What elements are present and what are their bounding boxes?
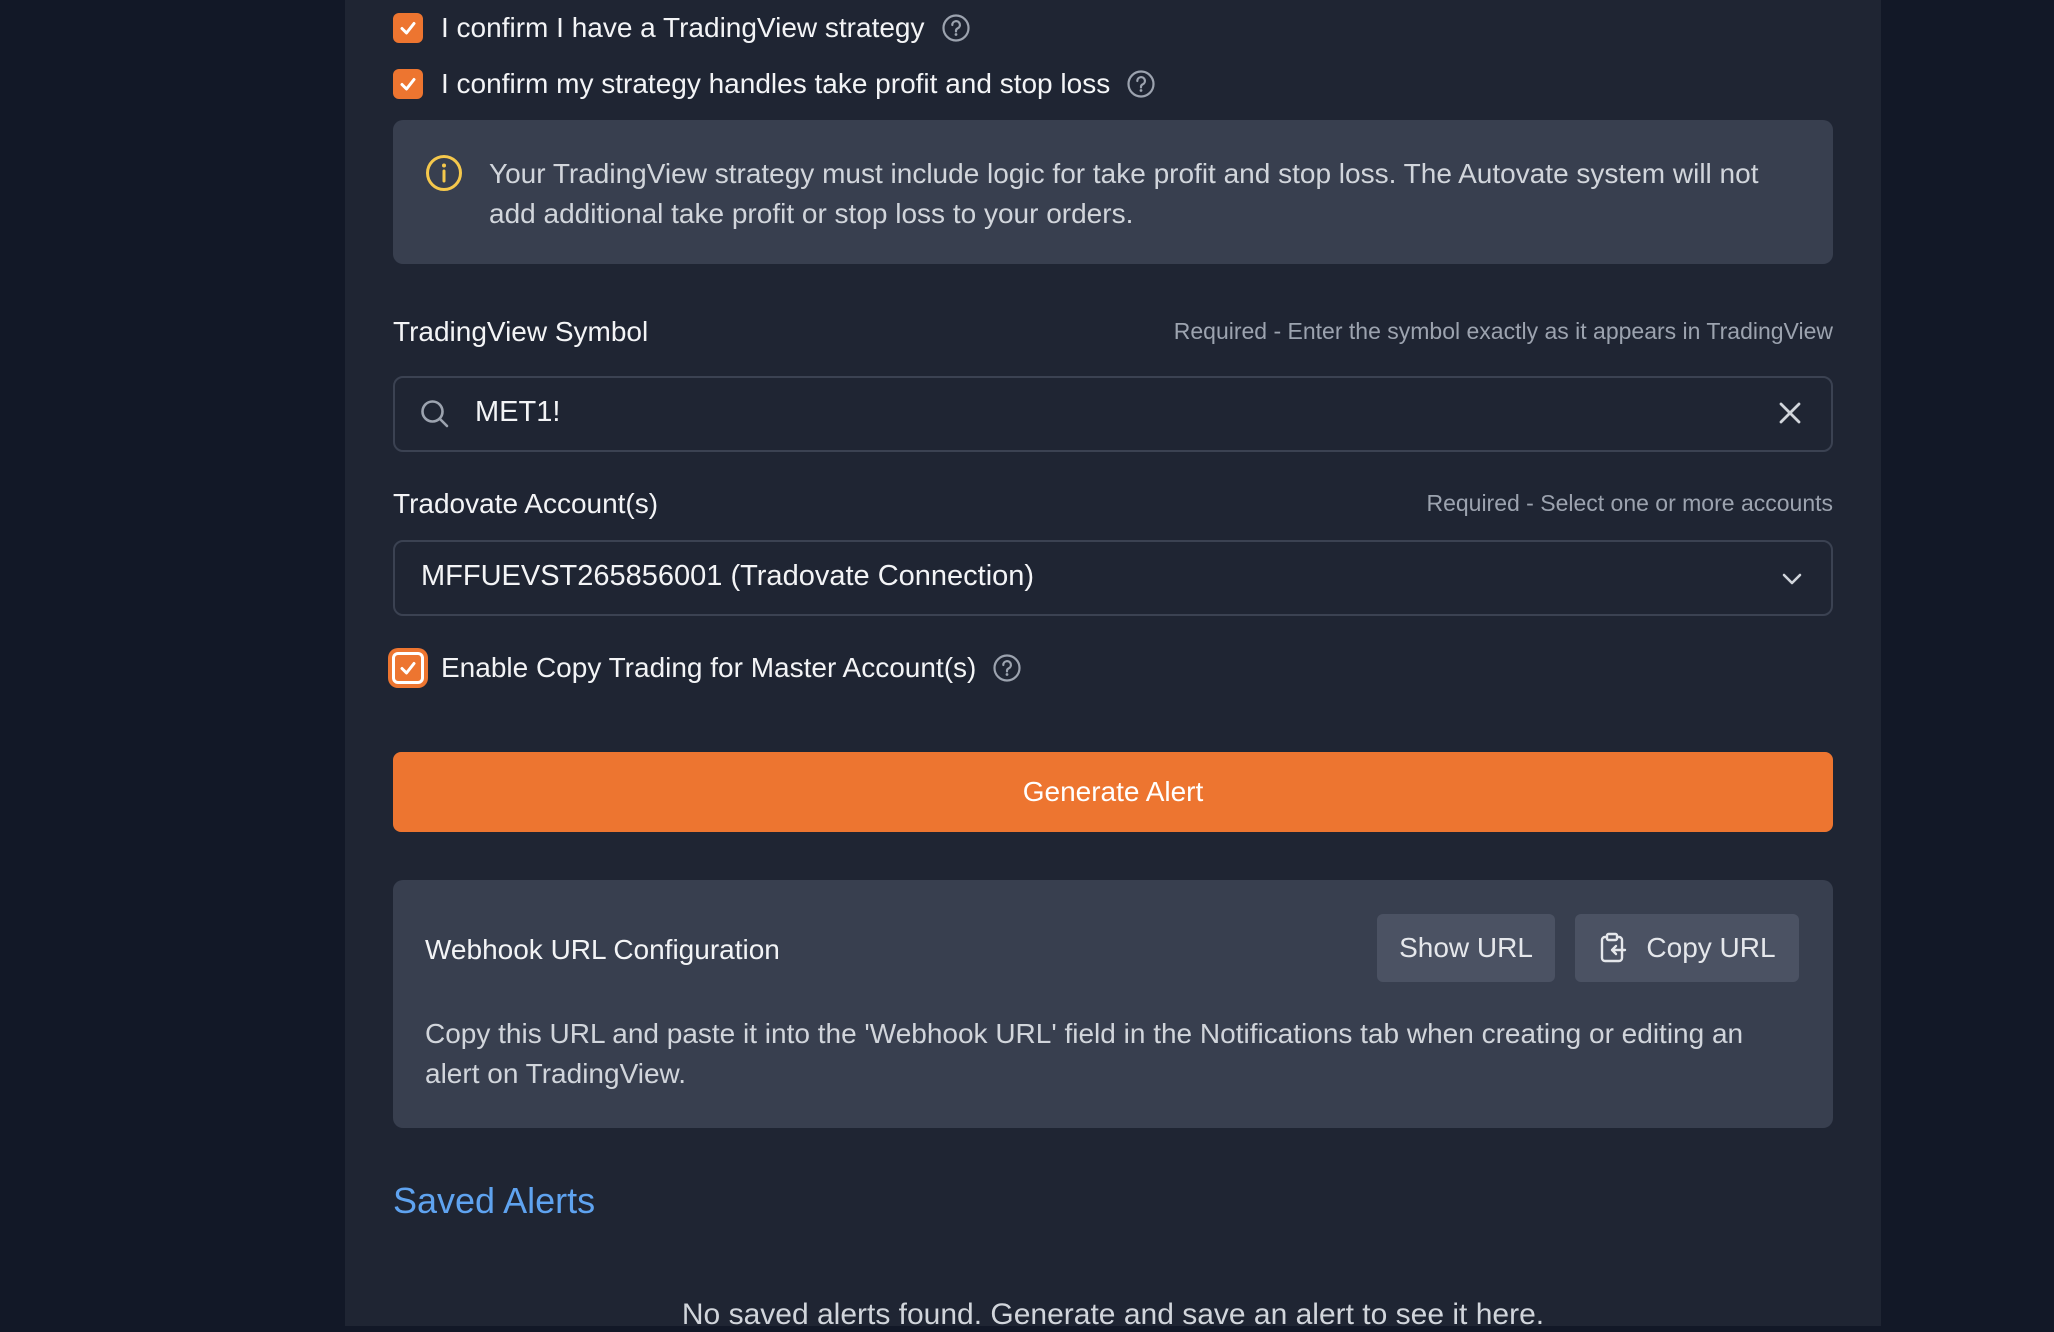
strategy-confirm-label: I confirm I have a TradingView strategy: [441, 12, 925, 43]
clipboard-icon: [1598, 932, 1628, 964]
copy-trading-checkbox[interactable]: [388, 648, 428, 688]
symbol-hint: Required - Enter the symbol exactly as i…: [1173, 318, 1833, 344]
webhook-description: Copy this URL and paste it into the 'Web…: [425, 1018, 1744, 1089]
main-panel: I confirm I have a TradingView strategy …: [345, 0, 1881, 1331]
copy-trading-label: Enable Copy Trading for Master Account(s…: [441, 652, 977, 683]
info-icon: [425, 154, 463, 197]
symbol-search-input[interactable]: MET1!: [393, 376, 1833, 452]
copy-url-button[interactable]: Copy URL: [1575, 914, 1799, 982]
tpsl-info-box: Your TradingView strategy must include l…: [393, 120, 1833, 264]
tpsl-confirm-checkbox[interactable]: [393, 69, 423, 99]
tpsl-confirm-label: I confirm my strategy handles take profi…: [441, 68, 1111, 99]
tpsl-confirm-row[interactable]: I confirm my strategy handles take profi…: [393, 64, 1156, 104]
accounts-selected-value: MFFUEVST265856001 (Tradovate Connection): [421, 560, 1035, 592]
show-url-label: Show URL: [1399, 932, 1533, 963]
check-icon: [400, 78, 416, 91]
saved-alerts-title: Saved Alerts: [393, 1180, 596, 1221]
strategy-confirm-checkbox[interactable]: [393, 13, 423, 43]
accounts-select[interactable]: MFFUEVST265856001 (Tradovate Connection): [393, 540, 1833, 616]
webhook-config-box: Webhook URL Configuration Show URL Copy …: [393, 880, 1833, 1128]
help-icon[interactable]: [992, 653, 1022, 683]
webhook-title: Webhook URL Configuration: [425, 934, 780, 965]
copy-trading-row[interactable]: Enable Copy Trading for Master Account(s…: [388, 648, 1022, 688]
accounts-hint: Required - Select one or more accounts: [1426, 490, 1833, 516]
check-icon: [400, 662, 416, 675]
symbol-value[interactable]: MET1!: [475, 396, 560, 429]
chevron-down-icon: [1779, 566, 1805, 597]
symbol-label: TradingView Symbol: [393, 316, 649, 347]
strategy-confirm-row[interactable]: I confirm I have a TradingView strategy: [393, 8, 971, 48]
help-icon[interactable]: [1126, 69, 1156, 99]
search-icon: [419, 398, 451, 435]
saved-alerts-empty-text: No saved alerts found. Generate and save…: [681, 1298, 1545, 1331]
show-url-button[interactable]: Show URL: [1377, 914, 1555, 982]
check-icon: [400, 22, 416, 35]
generate-alert-button[interactable]: Generate Alert: [393, 752, 1833, 832]
accounts-label: Tradovate Account(s): [393, 488, 659, 519]
close-icon[interactable]: [1777, 400, 1803, 431]
info-text: Your TradingView strategy must include l…: [489, 158, 1759, 229]
help-icon[interactable]: [941, 13, 971, 43]
copy-url-label: Copy URL: [1646, 932, 1776, 963]
